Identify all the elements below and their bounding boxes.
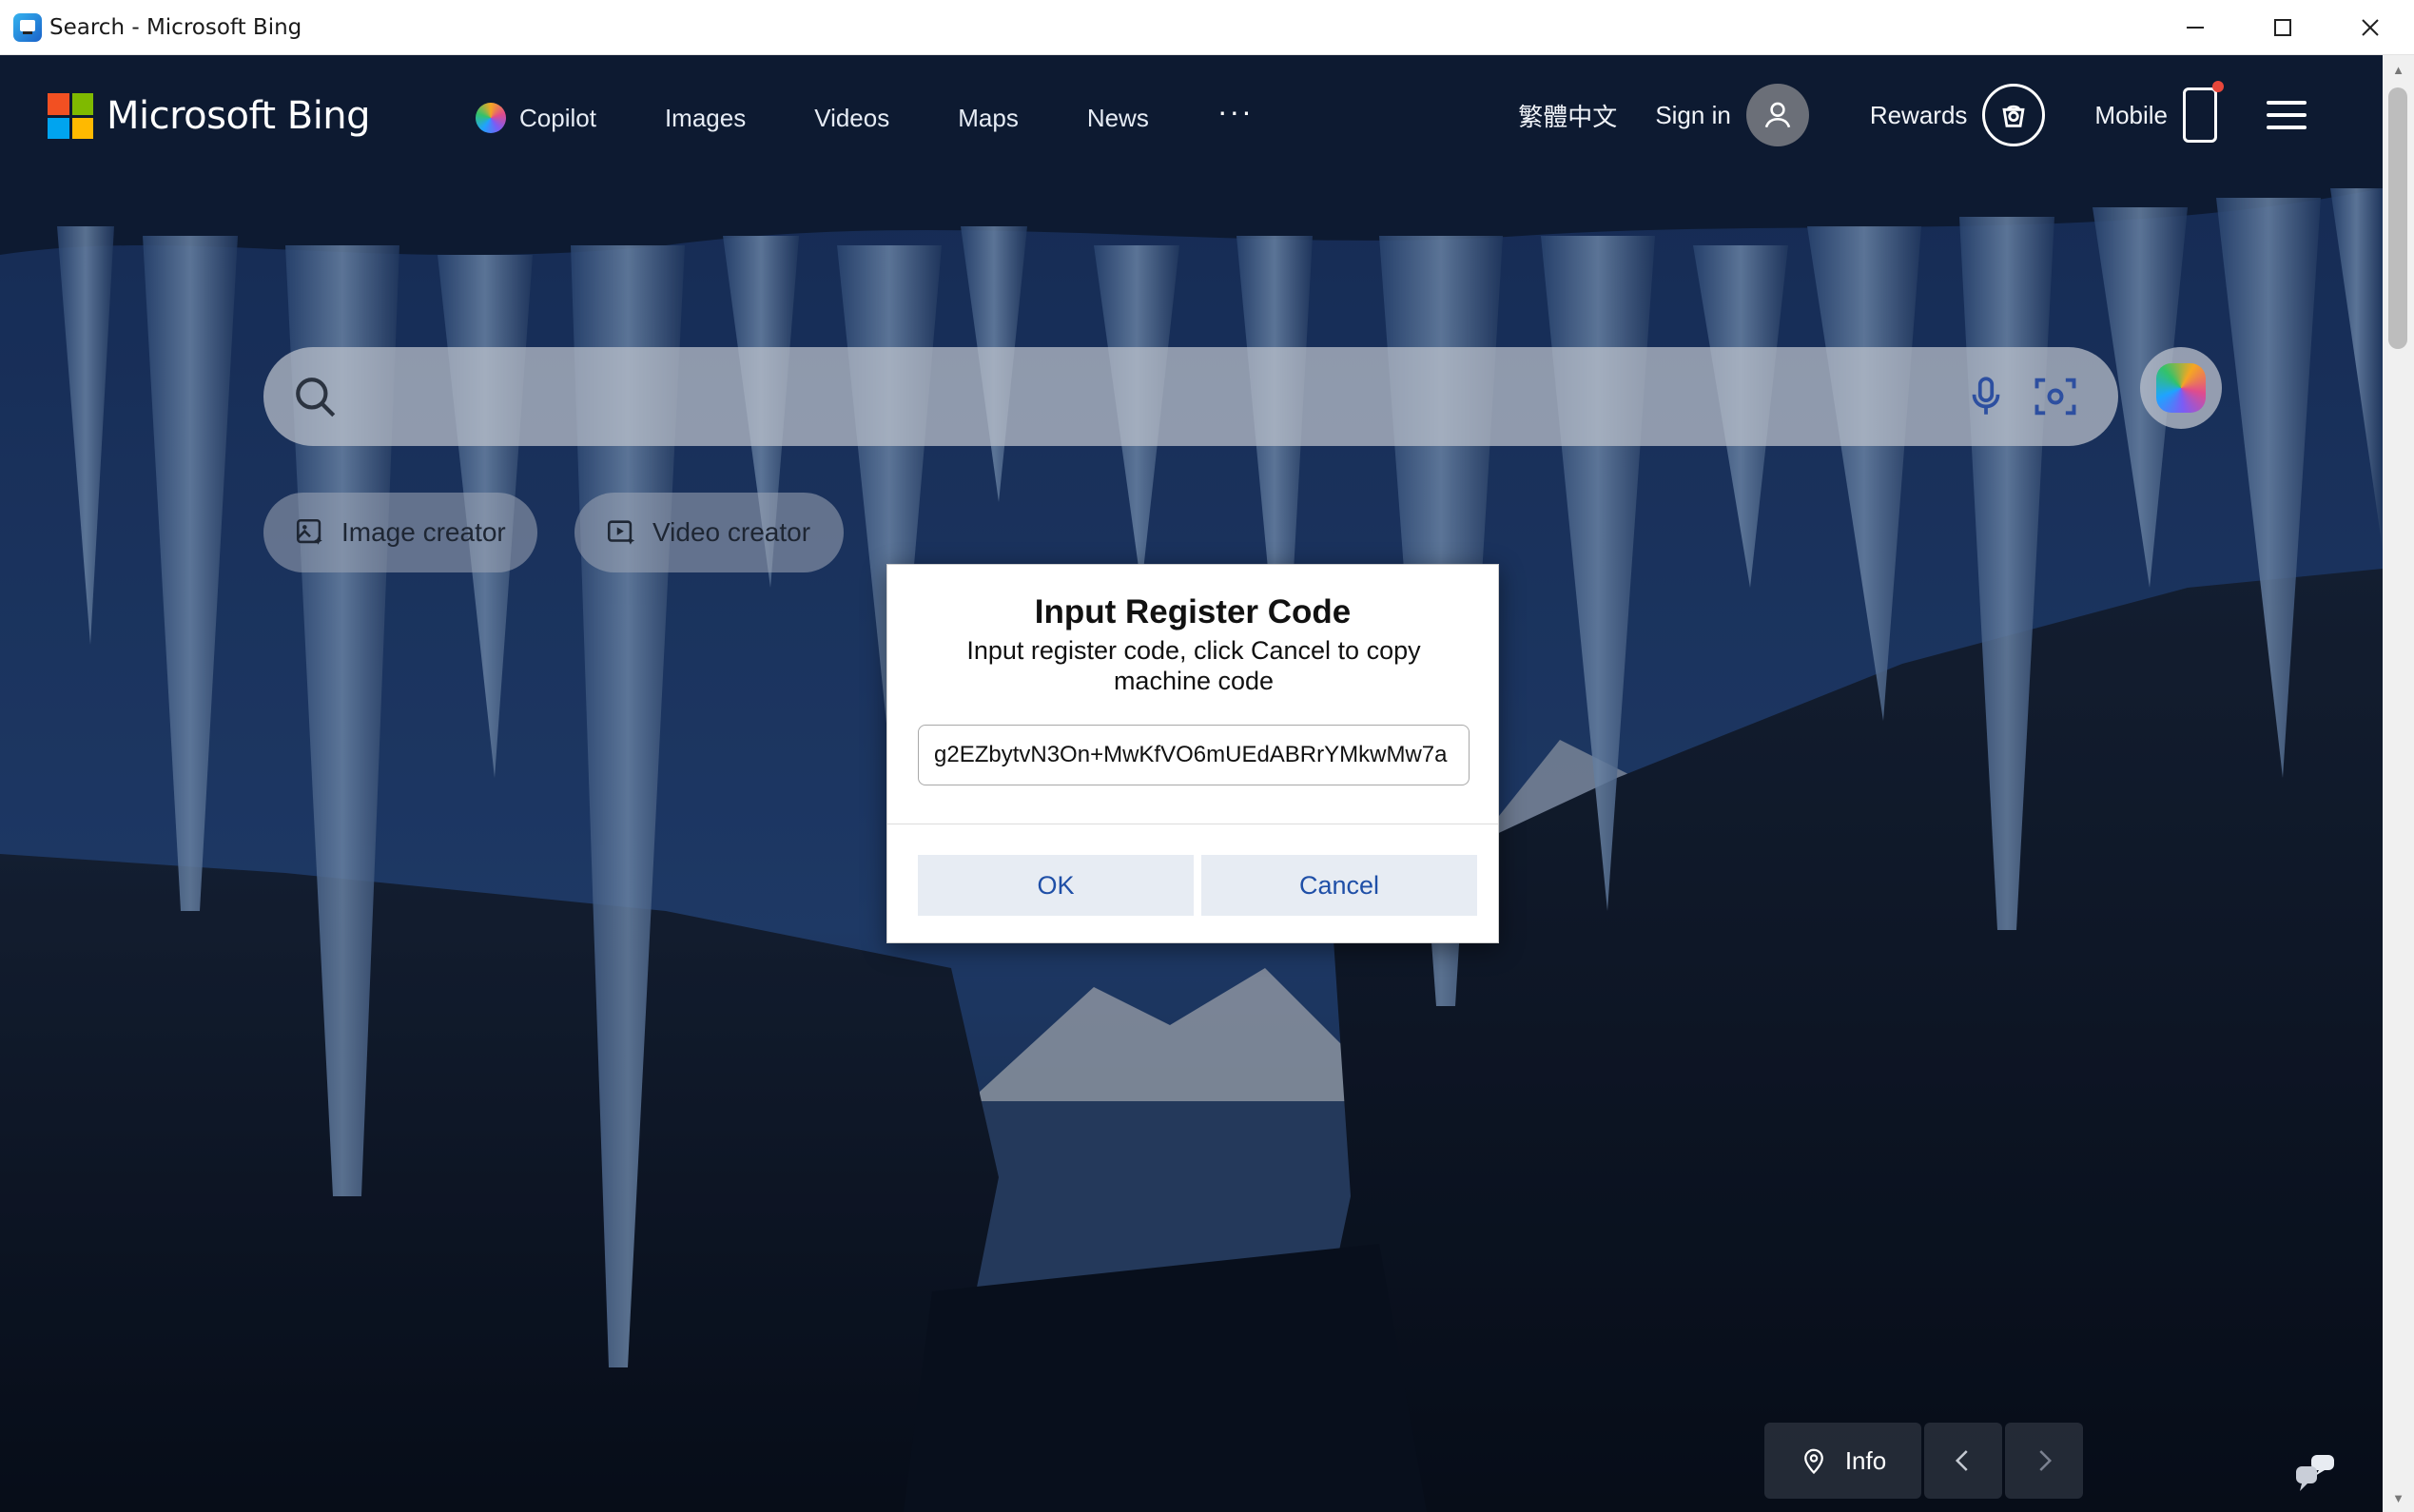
location-pin-icon <box>1803 1448 1823 1475</box>
bing-logo[interactable]: Microsoft Bing <box>48 93 371 139</box>
vertical-scrollbar[interactable]: ▲ ▼ <box>2383 55 2414 1512</box>
nav-images[interactable]: Images <box>665 104 746 133</box>
minimize-icon <box>2187 27 2204 29</box>
more-nav-button[interactable]: ··· <box>1217 94 1254 129</box>
image-creator-label: Image creator <box>341 517 506 547</box>
visual-search-icon[interactable] <box>2031 372 2080 421</box>
top-nav: Copilot Images Videos Maps News ··· <box>476 94 1254 133</box>
search-input[interactable] <box>359 368 1880 425</box>
image-info-button[interactable]: Info <box>1764 1423 1921 1499</box>
hamburger-menu-icon[interactable] <box>2267 101 2307 129</box>
feedback-icon[interactable] <box>2292 1451 2338 1493</box>
image-creator-button[interactable]: Image creator <box>263 493 537 572</box>
bing-header: Microsoft Bing Copilot Images Videos Map… <box>0 55 2383 179</box>
mobile-link[interactable]: Mobile <box>2094 101 2168 130</box>
user-icon <box>1764 102 1791 128</box>
close-icon <box>2362 19 2379 36</box>
info-label: Info <box>1844 1445 1887 1475</box>
window-title: Search - Microsoft Bing <box>49 14 302 40</box>
window-controls <box>2151 0 2414 55</box>
previous-image-button[interactable] <box>1924 1423 2002 1499</box>
copilot-icon <box>2156 363 2206 413</box>
nav-label: Copilot <box>519 103 596 132</box>
copilot-button[interactable] <box>2140 347 2222 429</box>
header-actions: 繁體中文 Sign in Rewards Mobile <box>1518 81 2307 146</box>
close-button[interactable] <box>2326 0 2414 55</box>
avatar[interactable] <box>1745 84 1809 146</box>
chevron-left-icon <box>1955 1450 1968 1471</box>
image-creator-icon <box>296 518 322 545</box>
search-box[interactable] <box>263 347 2118 446</box>
rewards-link[interactable]: Rewards <box>1870 101 1968 130</box>
scroll-down-icon[interactable]: ▼ <box>2383 1483 2414 1512</box>
next-image-button[interactable] <box>2005 1423 2083 1499</box>
nav-maps[interactable]: Maps <box>958 104 1019 133</box>
microphone-icon[interactable] <box>1962 372 2010 421</box>
dialog-message: Input register code, click Cancel to cop… <box>966 636 1421 695</box>
scroll-up-icon[interactable]: ▲ <box>2383 55 2414 84</box>
register-code-input[interactable] <box>918 725 1470 785</box>
copilot-icon <box>476 103 506 133</box>
cancel-button[interactable]: Cancel <box>1201 855 1477 916</box>
maximize-button[interactable] <box>2239 0 2326 55</box>
chevron-right-icon <box>2039 1450 2053 1471</box>
register-code-dialog: Input Register Code Input register code,… <box>886 564 1499 943</box>
rewards-icon[interactable] <box>1982 84 2046 146</box>
video-creator-icon <box>607 520 635 545</box>
scrollbar-thumb[interactable] <box>2388 87 2407 349</box>
app-icon <box>13 12 42 42</box>
logo-text: Microsoft Bing <box>107 94 371 138</box>
minimize-button[interactable] <box>2151 0 2239 55</box>
nav-videos[interactable]: Videos <box>814 104 889 133</box>
nav-news[interactable]: News <box>1087 104 1149 133</box>
language-link[interactable]: 繁體中文 <box>1518 98 1617 133</box>
video-creator-button[interactable]: Video creator <box>574 493 844 572</box>
window-titlebar: Search - Microsoft Bing <box>0 0 2414 55</box>
nav-copilot[interactable]: Copilot <box>476 103 596 133</box>
mobile-phone-icon[interactable] <box>2183 81 2224 143</box>
dialog-title: Input Register Code <box>1034 593 1352 630</box>
search-icon <box>296 378 336 417</box>
microsoft-logo-icon <box>48 93 93 139</box>
sign-in-link[interactable]: Sign in <box>1655 101 1731 130</box>
maximize-icon <box>2274 19 2291 36</box>
ok-button[interactable]: OK <box>918 855 1194 916</box>
video-creator-label: Video creator <box>652 517 811 547</box>
